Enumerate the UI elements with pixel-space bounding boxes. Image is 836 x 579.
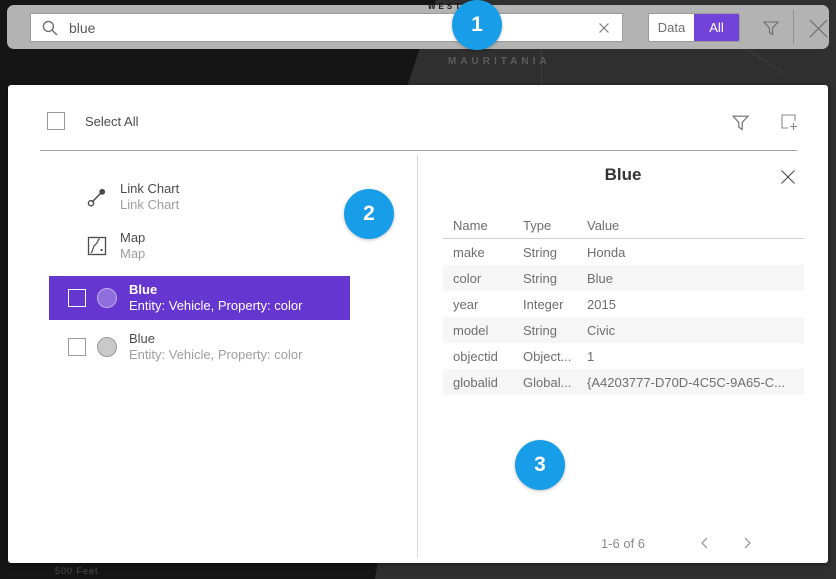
callout-badge-1: 1 <box>452 0 502 50</box>
result-title: Link Chart <box>120 181 179 197</box>
result-item-blue-unselected[interactable]: Blue Entity: Vehicle, Property: color <box>49 325 350 369</box>
result-checkbox[interactable] <box>68 338 86 356</box>
cell-name: globalid <box>443 375 523 390</box>
callout-badge-3: 3 <box>515 440 565 490</box>
toolbar-divider <box>793 10 794 44</box>
table-header-row: Name Type Value <box>443 213 804 239</box>
filter-funnel-icon <box>731 113 750 132</box>
table-row: globalid Global... {A4203777-D70D-4C5C-9… <box>443 369 804 395</box>
cell-type: String <box>523 245 587 260</box>
close-x-icon <box>780 169 796 185</box>
search-query-text: blue <box>69 20 95 36</box>
search-scope-toggle: Data All <box>648 13 740 42</box>
scope-data-button[interactable]: Data <box>649 14 694 41</box>
cell-name: make <box>443 245 523 260</box>
cell-type: Integer <box>523 297 587 312</box>
cell-type: String <box>523 271 587 286</box>
panel-vertical-divider <box>417 155 418 558</box>
attribute-table: Name Type Value make String Honda color … <box>443 213 804 395</box>
cell-name: year <box>443 297 523 312</box>
map-border-line <box>541 45 542 90</box>
result-item-link-chart[interactable]: Link Chart Link Chart <box>49 175 350 219</box>
callout-badge-2: 2 <box>344 189 394 239</box>
table-row: model String Civic <box>443 317 804 343</box>
column-header-type: Type <box>523 218 587 233</box>
pagination: 1-6 of 6 <box>568 533 808 553</box>
close-x-icon <box>808 18 829 39</box>
result-checkbox[interactable] <box>68 289 86 307</box>
cell-value: Blue <box>587 271 804 286</box>
chevron-left-icon <box>699 536 711 550</box>
search-results-panel: Select All Link Chart Link Chart <box>8 85 828 563</box>
cell-value: 2015 <box>587 297 804 312</box>
search-input[interactable]: blue <box>30 13 587 42</box>
panel-divider <box>40 150 797 151</box>
chevron-right-icon <box>741 536 753 550</box>
link-chart-icon <box>86 186 108 208</box>
add-to-selection-icon <box>779 112 799 132</box>
page-range-label: 1-6 of 6 <box>568 536 678 551</box>
detail-title: Blue <box>418 165 828 185</box>
close-search-button[interactable] <box>803 16 833 40</box>
clear-search-button[interactable] <box>586 13 623 42</box>
entity-circle-icon <box>97 288 117 308</box>
column-header-value: Value <box>587 218 804 233</box>
select-all-checkbox[interactable] <box>47 112 65 130</box>
search-bar: blue Data All <box>7 5 829 49</box>
result-title: Blue <box>129 282 302 298</box>
detail-close-button[interactable] <box>777 166 799 188</box>
result-subtitle: Entity: Vehicle, Property: color <box>129 347 302 363</box>
table-row: make String Honda <box>443 239 804 265</box>
cell-type: Object... <box>523 349 587 364</box>
result-subtitle: Entity: Vehicle, Property: color <box>129 298 302 314</box>
map-region-label: MAURITANIA <box>448 56 551 67</box>
cell-value: Civic <box>587 323 804 338</box>
search-icon <box>41 19 59 37</box>
result-title: Blue <box>129 331 302 347</box>
select-all-label: Select All <box>85 114 138 129</box>
result-subtitle: Map <box>120 246 145 262</box>
result-item-map[interactable]: Map Map <box>49 224 350 268</box>
table-row: year Integer 2015 <box>443 291 804 317</box>
search-filter-button[interactable] <box>757 14 785 42</box>
clear-x-icon <box>598 22 610 34</box>
cell-type: Global... <box>523 375 587 390</box>
scope-all-button[interactable]: All <box>694 14 739 41</box>
next-page-button[interactable] <box>732 534 762 552</box>
results-filter-button[interactable] <box>728 110 752 134</box>
previous-page-button[interactable] <box>690 534 720 552</box>
map-icon <box>86 235 108 257</box>
map-scale-label: 500 Feet <box>55 566 99 576</box>
table-row: objectid Object... 1 <box>443 343 804 369</box>
result-subtitle: Link Chart <box>120 197 179 213</box>
cell-value: Honda <box>587 245 804 260</box>
cell-value: {A4203777-D70D-4C5C-9A65-C... <box>587 375 804 390</box>
cell-name: color <box>443 271 523 286</box>
cell-value: 1 <box>587 349 804 364</box>
table-row: color String Blue <box>443 265 804 291</box>
result-item-blue-selected[interactable]: Blue Entity: Vehicle, Property: color <box>49 276 350 320</box>
entity-circle-icon <box>97 337 117 357</box>
result-title: Map <box>120 230 145 246</box>
cell-type: String <box>523 323 587 338</box>
add-to-selection-button[interactable] <box>777 110 801 134</box>
cell-name: model <box>443 323 523 338</box>
column-header-name: Name <box>443 218 523 233</box>
cell-name: objectid <box>443 349 523 364</box>
filter-funnel-icon <box>762 19 780 37</box>
